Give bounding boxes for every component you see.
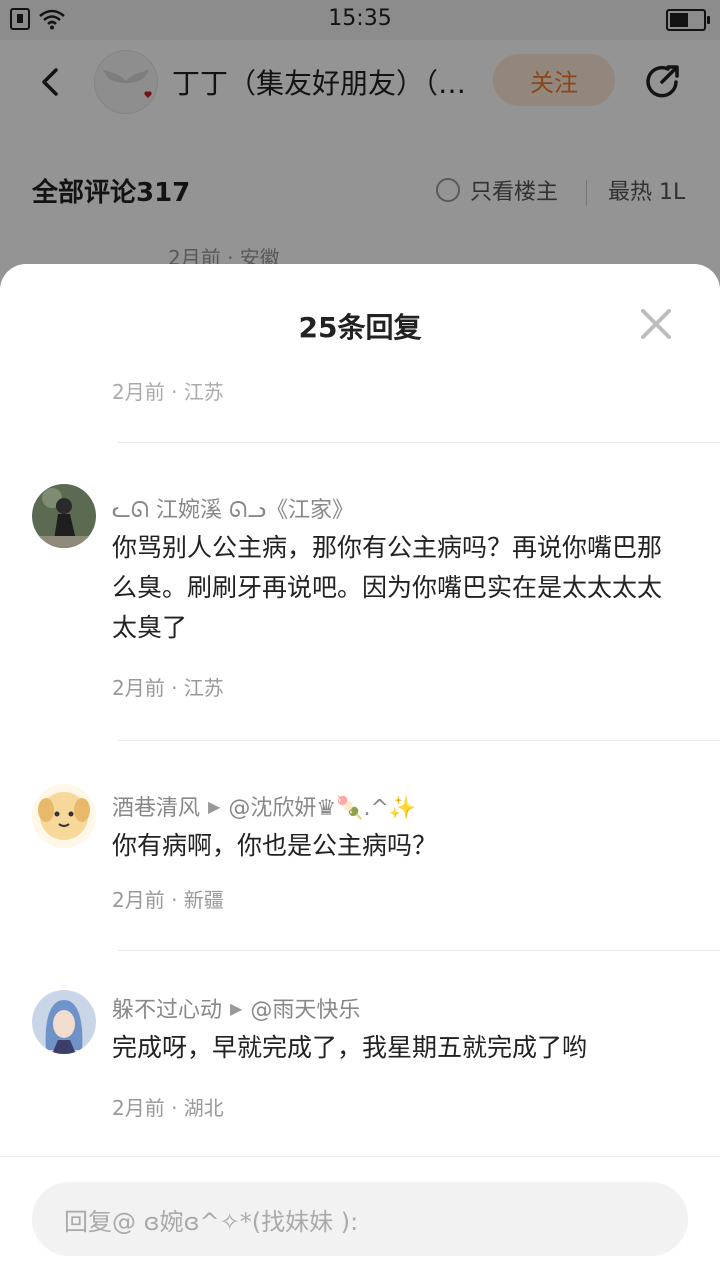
reply-arrow-icon: ▶ <box>230 998 243 1018</box>
reply-divider <box>118 442 720 443</box>
reply-target[interactable]: @沈欣妍♛🍡.^✨ <box>228 790 416 822</box>
replies-sheet: 25条回复 2月前 · 江苏 ᓚᘏ 江婉溪 ᘏᓗ《江家》 你骂别人公主病，那你有… <box>0 264 720 1280</box>
user-avatar[interactable] <box>32 484 96 548</box>
user-name[interactable]: 躲不过心动 ▶ @雨天快乐 <box>112 992 360 1024</box>
sheet-title: 25条回复 <box>298 311 422 344</box>
dog-avatar-icon <box>32 784 96 848</box>
user-name[interactable]: 酒巷清风 ▶ @沈欣妍♛🍡.^✨ <box>112 790 416 822</box>
reply-target[interactable]: @雨天快乐 <box>250 992 360 1024</box>
reply-arrow-icon: ▶ <box>208 796 221 816</box>
bottom-divider <box>0 1156 720 1157</box>
reply-meta: 2月前 · 湖北 <box>112 1096 224 1120</box>
user-avatar[interactable] <box>32 784 96 848</box>
reply-divider <box>118 950 720 951</box>
avatar-photo-icon <box>32 484 96 548</box>
user-avatar[interactable] <box>32 990 96 1054</box>
reply-meta: 2月前 · 江苏 <box>112 676 224 700</box>
close-icon[interactable] <box>640 308 672 340</box>
reply-input[interactable]: 回复@ ɞ婉ɞ^✧*(找妹妹 ): <box>32 1182 688 1256</box>
reply-divider <box>118 740 720 741</box>
reply-text: 你骂别人公主病，那你有公主病吗？再说你嘴巴那么臭。刷刷牙再说吧。因为你嘴巴实在是… <box>112 533 663 642</box>
character-avatar-icon <box>32 990 96 1054</box>
reply-meta: 2月前 · 江苏 <box>112 380 224 404</box>
reply-text: 你有病啊，你也是公主病吗？ <box>112 831 438 860</box>
reply-meta: 2月前 · 新疆 <box>112 888 224 912</box>
reply-text: 完成呀，早就完成了，我星期五就完成了哟 <box>112 1033 588 1062</box>
user-name[interactable]: ᓚᘏ 江婉溪 ᘏᓗ《江家》 <box>112 492 354 524</box>
